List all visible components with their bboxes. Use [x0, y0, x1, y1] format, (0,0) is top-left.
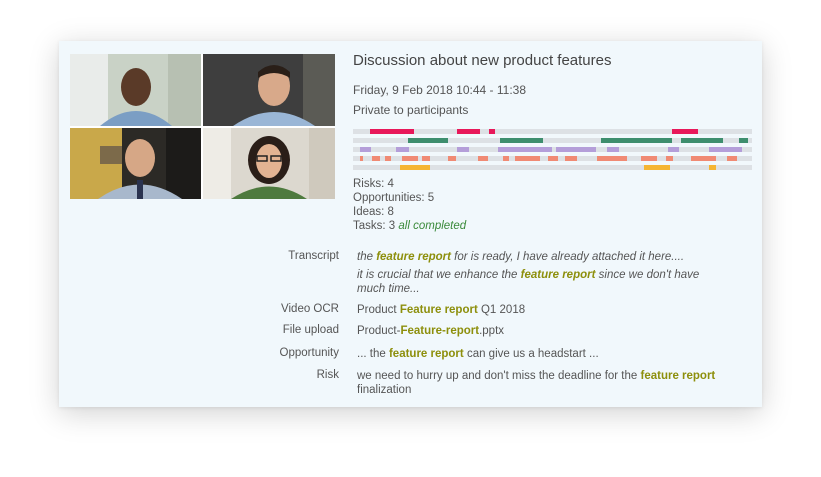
opportunities-count: Opportunities: 5 — [353, 192, 435, 204]
participant-video-tile[interactable] — [203, 54, 335, 126]
task-marker[interactable] — [478, 156, 488, 161]
opportunity-snippet[interactable]: ... the feature report can give us a hea… — [357, 347, 727, 361]
opportunity-marker[interactable] — [739, 138, 748, 143]
task-marker[interactable] — [515, 156, 540, 161]
task-marker[interactable] — [691, 156, 716, 161]
transcript-snippet[interactable]: it is crucial that we enhance the featur… — [357, 268, 717, 296]
idea-marker[interactable] — [668, 147, 679, 152]
participant-video-tile[interactable] — [70, 54, 201, 126]
tasks-count-value: Tasks: 3 — [353, 220, 396, 232]
opportunity-marker[interactable] — [601, 138, 672, 143]
task-marker[interactable] — [360, 156, 363, 161]
idea-marker[interactable] — [457, 147, 469, 152]
risks-count: Risks: 4 — [353, 178, 394, 190]
snippet-text: ... the — [357, 348, 389, 360]
opportunity-label: Opportunity — [279, 347, 339, 359]
file-upload-label: File upload — [282, 324, 339, 336]
file-upload-snippet[interactable]: Product-Feature-report.pptx — [357, 324, 727, 338]
task-marker[interactable] — [448, 156, 456, 161]
task-marker[interactable] — [565, 156, 577, 161]
snippet-text: finalization — [357, 384, 412, 396]
risk-marker[interactable] — [457, 129, 480, 134]
search-match: feature report — [520, 269, 596, 281]
ideas-count: Ideas: 8 — [353, 206, 394, 218]
idea-marker[interactable] — [556, 147, 596, 152]
video-thumbnail-grid[interactable] — [70, 54, 335, 199]
search-match: feature report — [388, 348, 464, 360]
tasks-count: Tasks: 3 all completed — [353, 219, 466, 233]
timeline-track-ideas[interactable] — [353, 147, 752, 152]
risk-marker[interactable] — [370, 129, 414, 134]
transcript-label: Transcript — [288, 250, 339, 262]
search-match: Feature report — [399, 304, 478, 316]
snippet-text: .pptx — [479, 325, 505, 337]
idea-marker[interactable] — [396, 147, 409, 152]
task-marker[interactable] — [727, 156, 737, 161]
tasks-status: all completed — [398, 220, 467, 232]
highlight-marker[interactable] — [400, 165, 430, 170]
opportunity-marker[interactable] — [500, 138, 543, 143]
task-marker[interactable] — [372, 156, 380, 161]
task-marker[interactable] — [597, 156, 627, 161]
task-marker[interactable] — [402, 156, 418, 161]
timeline-track-highlights[interactable] — [353, 165, 752, 170]
task-marker[interactable] — [548, 156, 558, 161]
task-marker[interactable] — [422, 156, 430, 161]
transcript-text: for is ready, I have already attached it… — [450, 251, 685, 263]
task-marker[interactable] — [641, 156, 657, 161]
meeting-stats: Risks: 4 Opportunities: 5 Ideas: 8 Tasks… — [353, 177, 466, 233]
snippet-text: we need to hurry up and don't miss the d… — [357, 370, 641, 382]
opportunity-marker[interactable] — [408, 138, 448, 143]
search-match: feature report — [376, 251, 451, 263]
meeting-timeline[interactable] — [353, 129, 752, 171]
search-match: Feature-report — [400, 325, 480, 337]
participant-video-tile[interactable] — [203, 128, 335, 199]
meeting-title: Discussion about new product features — [353, 52, 612, 69]
task-marker[interactable] — [385, 156, 391, 161]
idea-marker[interactable] — [498, 147, 552, 152]
snippet-text: Q1 2018 — [477, 304, 526, 316]
meeting-datetime: Friday, 9 Feb 2018 10:44 - 11:38 — [353, 83, 526, 97]
meeting-card[interactable]: Discussion about new product features Fr… — [59, 41, 762, 407]
risk-marker[interactable] — [672, 129, 698, 134]
idea-marker[interactable] — [709, 147, 742, 152]
task-marker[interactable] — [666, 156, 673, 161]
risk-label: Risk — [316, 369, 339, 381]
timeline-track-tasks[interactable] — [353, 156, 752, 161]
timeline-track-opportunities[interactable] — [353, 138, 752, 143]
opportunity-marker[interactable] — [681, 138, 723, 143]
search-match: feature report — [640, 370, 716, 382]
highlight-marker[interactable] — [644, 165, 670, 170]
task-marker[interactable] — [503, 156, 509, 161]
timeline-track-risks[interactable] — [353, 129, 752, 134]
transcript-snippet[interactable]: the feature report for is ready, I have … — [357, 250, 727, 264]
idea-marker[interactable] — [607, 147, 619, 152]
highlight-marker[interactable] — [709, 165, 716, 170]
participant-video-tile[interactable] — [70, 128, 201, 199]
idea-marker[interactable] — [360, 147, 371, 152]
snippet-text: Product — [357, 304, 400, 316]
snippet-text: Product- — [357, 325, 401, 337]
meeting-privacy: Private to participants — [353, 103, 469, 117]
video-ocr-label: Video OCR — [281, 303, 339, 315]
risk-snippet[interactable]: we need to hurry up and don't miss the d… — [357, 369, 732, 397]
transcript-text: the — [357, 251, 377, 263]
snippet-text: can give us a headstart ... — [463, 348, 599, 360]
video-ocr-snippet[interactable]: Product Feature report Q1 2018 — [357, 303, 727, 317]
risk-marker[interactable] — [489, 129, 495, 134]
transcript-text: it is crucial that we enhance the — [357, 269, 521, 281]
